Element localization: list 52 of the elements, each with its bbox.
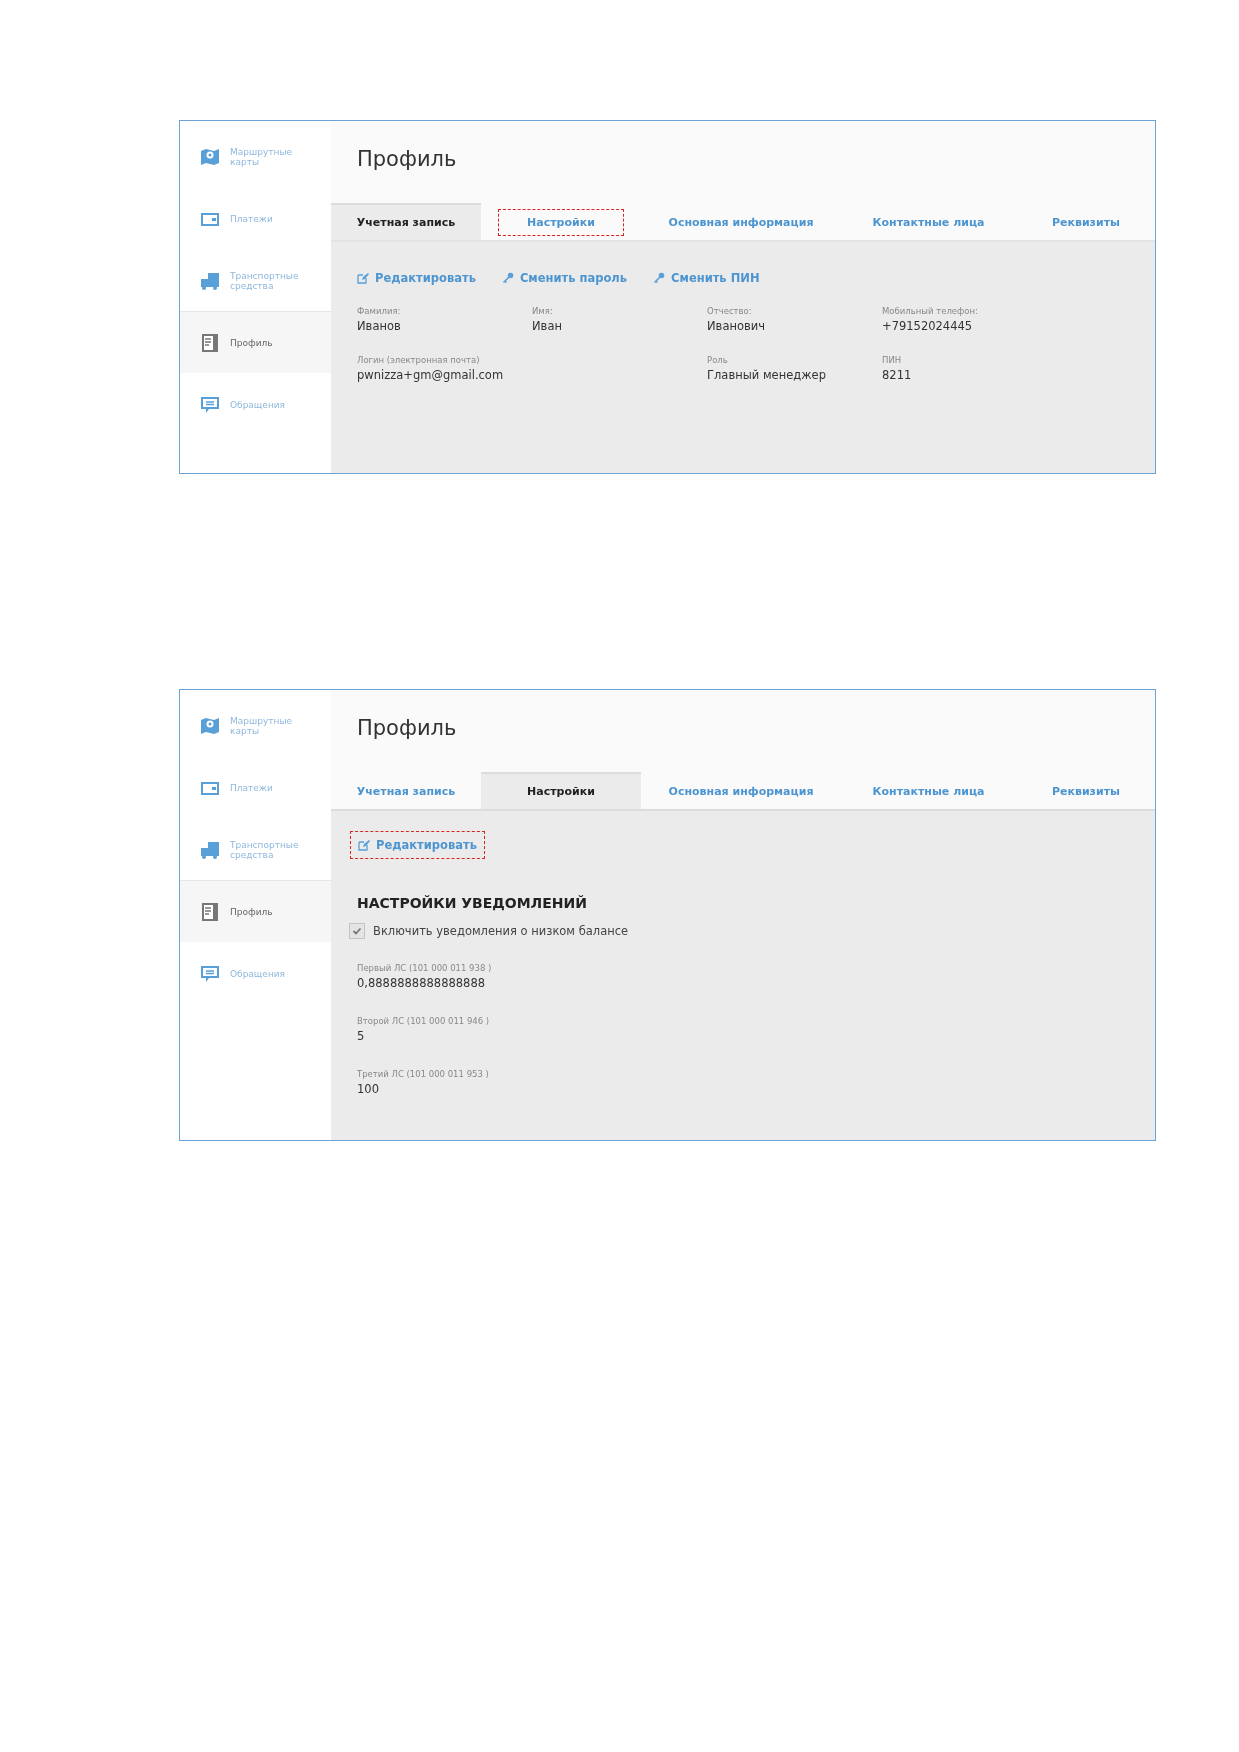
- field-value: +79152024445: [882, 319, 974, 333]
- action-link[interactable]: Сменить пароль: [501, 264, 628, 292]
- field-label: Отчество:: [707, 306, 753, 316]
- field-label: ПИН: [882, 355, 903, 365]
- page-title: Профиль: [357, 147, 458, 171]
- action-link[interactable]: Сменить ПИН: [653, 264, 760, 292]
- chat-icon: [200, 963, 220, 984]
- action-link[interactable]: Редактировать: [357, 264, 476, 292]
- sidebar-item[interactable]: Профиль: [180, 311, 331, 373]
- truck-icon: [200, 270, 220, 291]
- tab[interactable]: Контактные лица: [841, 203, 1016, 240]
- field-value: Иван: [532, 319, 563, 333]
- edit-icon: [357, 272, 369, 284]
- truck-icon: [200, 839, 220, 860]
- page-title: Профиль: [357, 716, 458, 740]
- key-icon: [653, 272, 666, 284]
- field-label: Логин (электронная почта): [357, 355, 481, 365]
- tab[interactable]: Контактные лица: [841, 772, 1016, 809]
- field-value: 8211: [882, 368, 913, 382]
- map-pin-icon: [200, 146, 220, 167]
- field-label: Второй ЛС (101 000 011 946 ): [357, 1016, 491, 1026]
- field-label: Третий ЛС (101 000 011 953 ): [357, 1069, 490, 1079]
- field-value: 0,8888888888888888: [357, 976, 487, 990]
- edit-icon: [358, 839, 370, 851]
- map-pin-icon: [200, 715, 220, 736]
- field-value: 5: [357, 1029, 366, 1043]
- field-label: Имя:: [532, 306, 554, 316]
- section-title: НАСТРОЙКИ УВЕДОМЛЕНИЙ: [357, 895, 588, 911]
- action-link[interactable]: Редактировать: [350, 831, 485, 859]
- field-value: 100: [357, 1082, 380, 1096]
- field-label: Мобильный телефон:: [882, 306, 979, 316]
- field-label: Роль: [707, 355, 729, 365]
- field-value: pwnizza+gm@gmail.com: [357, 368, 505, 382]
- tab[interactable]: Основная информация: [641, 203, 841, 240]
- chat-icon: [200, 394, 220, 415]
- sidebar-item[interactable]: Профиль: [180, 880, 331, 942]
- checkbox-label: Включить уведомления о низком балансе: [373, 924, 629, 938]
- field-value: Главный менеджер: [707, 368, 827, 382]
- key-icon: [501, 272, 514, 284]
- field-value: Иванов: [357, 319, 402, 333]
- document-icon: [200, 901, 220, 922]
- field-label: Первый ЛС (101 000 011 938 ): [357, 963, 493, 973]
- field-label: Фамилия:: [357, 306, 402, 316]
- tab[interactable]: Учетная запись: [331, 772, 481, 809]
- tab[interactable]: Реквизиты: [1016, 203, 1155, 240]
- field-value: Иванович: [707, 319, 767, 333]
- tab[interactable]: Основная информация: [641, 772, 841, 809]
- tab[interactable]: Учетная запись: [331, 203, 481, 240]
- tab[interactable]: Реквизиты: [1016, 772, 1155, 809]
- document-icon: [200, 332, 220, 353]
- check-icon: [352, 926, 362, 936]
- tab[interactable]: Настройки: [481, 772, 641, 809]
